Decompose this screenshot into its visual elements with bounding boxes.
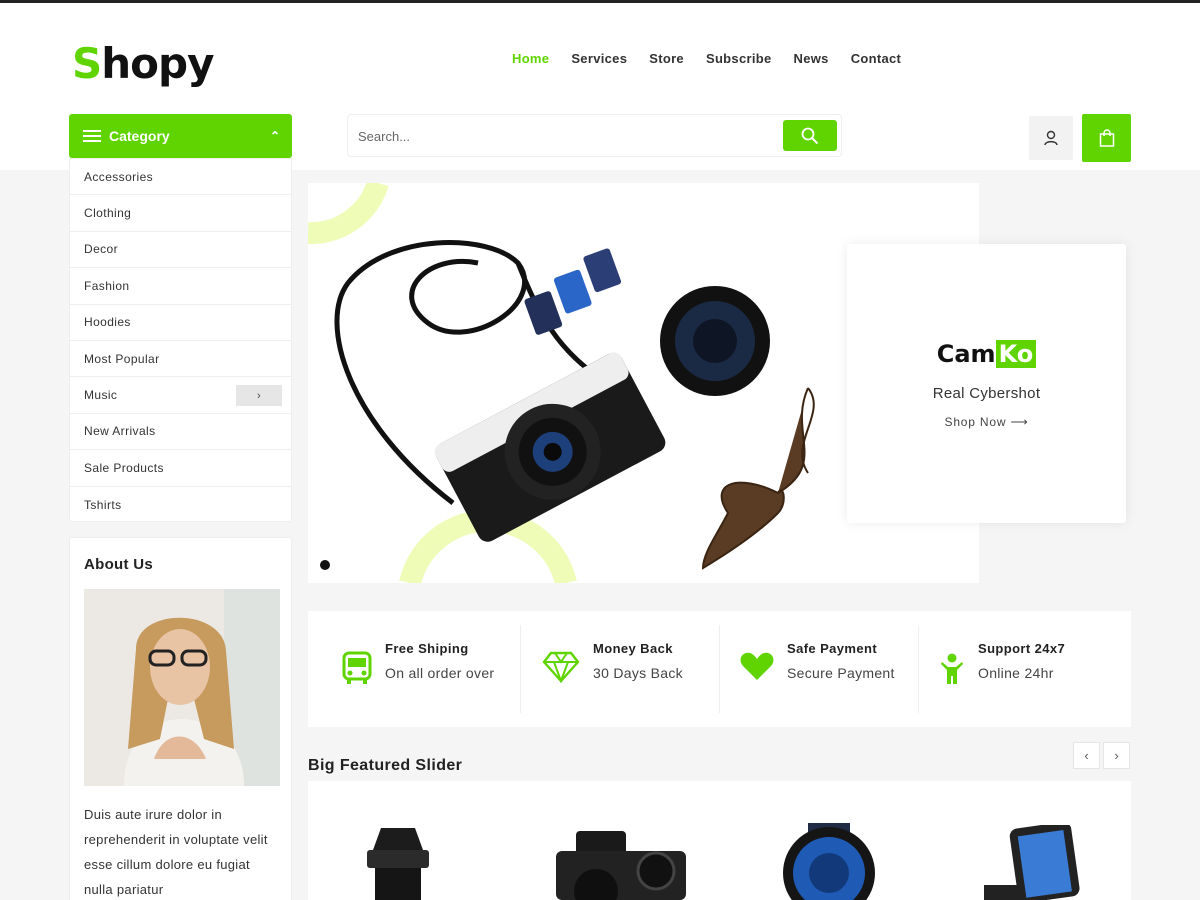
- featured-products-strip: [308, 781, 1131, 900]
- feature-money-back: Money Back 30 Days Back: [520, 611, 720, 727]
- feature-title: Money Back: [593, 641, 673, 656]
- category-item-decor[interactable]: Decor: [70, 232, 291, 269]
- main-nav: Home Services Store Subscribe News Conta…: [512, 51, 923, 66]
- category-item-music-label: Music: [84, 388, 118, 403]
- product-watch-image[interactable]: [778, 823, 880, 900]
- category-item-sale-products[interactable]: Sale Products: [70, 450, 291, 487]
- product-camera-image[interactable]: [556, 821, 686, 900]
- account-button[interactable]: [1029, 116, 1073, 160]
- feature-title: Safe Payment: [787, 641, 878, 656]
- slider-arrows: ‹ ›: [1073, 742, 1130, 769]
- chevron-up-icon: ⌃: [269, 129, 280, 143]
- feature-support: Support 24x7 Online 24hr: [918, 611, 1131, 727]
- category-label: Category: [109, 128, 170, 144]
- product-phone-image[interactable]: [984, 825, 1104, 900]
- about-us-widget: About Us Duis aute irure dolor in repreh…: [69, 537, 292, 900]
- promo-brand: Cam Ko: [847, 340, 1126, 368]
- feature-title: Support 24x7: [978, 641, 1066, 656]
- about-text: Duis aute irure dolor in reprehenderit i…: [84, 807, 268, 897]
- diamond-icon: [542, 651, 580, 683]
- feature-safe-payment: Safe Payment Secure Payment: [719, 611, 919, 727]
- about-title: About Us: [84, 556, 154, 573]
- cart-button[interactable]: [1082, 114, 1131, 162]
- shop-now-link[interactable]: Shop Now ⟶: [847, 415, 1126, 429]
- nav-home[interactable]: Home: [512, 51, 549, 66]
- category-item-new-arrivals[interactable]: New Arrivals: [70, 414, 291, 451]
- featured-slider-title: Big Featured Slider: [308, 757, 463, 774]
- category-item-fashion[interactable]: Fashion: [70, 268, 291, 305]
- about-photo: [84, 589, 280, 786]
- search-bar: [347, 114, 842, 157]
- user-icon: [1044, 130, 1058, 146]
- submenu-expand-button[interactable]: ›: [236, 385, 282, 407]
- logo[interactable]: Shopy: [72, 39, 214, 89]
- feature-title: Free Shiping: [385, 641, 469, 656]
- nav-store[interactable]: Store: [649, 51, 684, 66]
- feature-free-shipping: Free Shiping On all order over: [308, 611, 521, 727]
- features-bar: Free Shiping On all order over Money Bac…: [308, 611, 1131, 727]
- nav-news[interactable]: News: [794, 51, 829, 66]
- category-item-accessories[interactable]: Accessories: [70, 159, 291, 196]
- nav-contact[interactable]: Contact: [851, 51, 902, 66]
- product-lens-image[interactable]: [363, 828, 433, 900]
- next-button[interactable]: ›: [1103, 742, 1130, 769]
- category-item-music[interactable]: Music ›: [70, 377, 291, 414]
- chevron-right-icon: ›: [1114, 748, 1119, 763]
- category-item-tshirts[interactable]: Tshirts: [70, 487, 291, 523]
- heart-icon: [740, 652, 774, 680]
- category-toggle-button[interactable]: Category ⌃: [69, 114, 292, 158]
- feature-subtitle: Secure Payment: [787, 665, 895, 681]
- arrow-right-icon: ⟶: [1010, 415, 1029, 429]
- slider-dot[interactable]: [320, 560, 330, 570]
- chevron-right-icon: ›: [256, 389, 262, 402]
- category-item-most-popular[interactable]: Most Popular: [70, 341, 291, 378]
- shopping-bag-icon: [1099, 129, 1114, 147]
- category-list: Accessories Clothing Decor Fashion Hoodi…: [69, 158, 292, 522]
- search-button[interactable]: [783, 120, 837, 151]
- prev-button[interactable]: ‹: [1073, 742, 1100, 769]
- menu-icon: [83, 130, 101, 142]
- promo-card: Cam Ko Real Cybershot Shop Now ⟶: [847, 244, 1126, 523]
- category-item-clothing[interactable]: Clothing: [70, 195, 291, 232]
- nav-services[interactable]: Services: [571, 51, 627, 66]
- search-input[interactable]: [358, 125, 758, 147]
- bus-icon: [342, 651, 372, 684]
- promo-tagline: Real Cybershot: [932, 385, 1041, 402]
- chevron-left-icon: ‹: [1084, 748, 1089, 763]
- category-item-hoodies[interactable]: Hoodies: [70, 305, 291, 341]
- person-icon: [941, 653, 963, 684]
- search-icon: [801, 127, 819, 144]
- nav-subscribe[interactable]: Subscribe: [706, 51, 772, 66]
- feature-subtitle: On all order over: [385, 665, 495, 681]
- feature-subtitle: 30 Days Back: [593, 665, 683, 681]
- feature-subtitle: Online 24hr: [978, 665, 1054, 681]
